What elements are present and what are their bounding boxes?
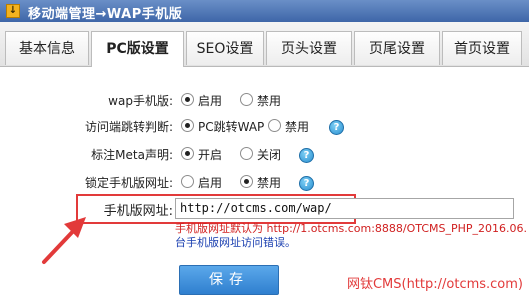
annotation-arrow-icon [42,217,86,264]
save-button[interactable]: 保存 [179,265,279,295]
watermark-text: 网钛CMS(http://otcms.com) [346,277,523,292]
